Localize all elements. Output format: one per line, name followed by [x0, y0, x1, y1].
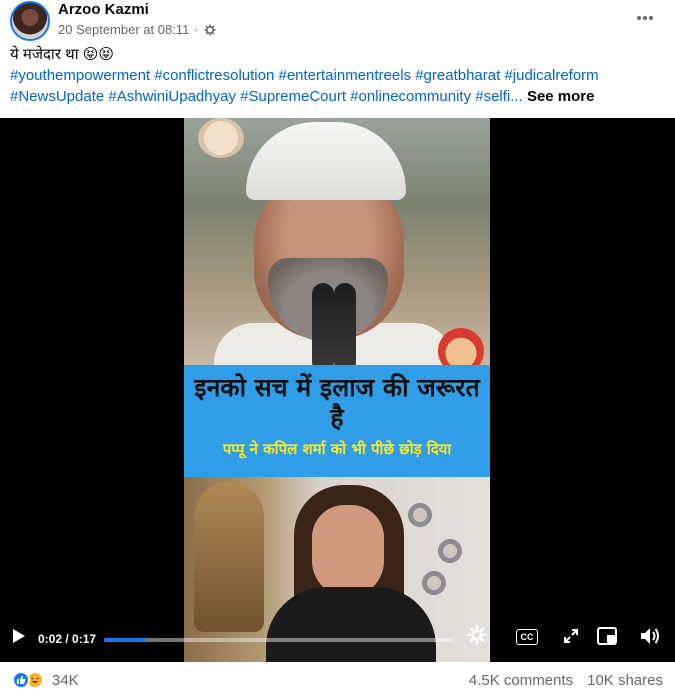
settings-icon — [467, 624, 487, 650]
laughing-emoji-sticker — [198, 118, 244, 158]
post-hashtags[interactable]: #youthempowerment #conflictresolution #e… — [10, 67, 599, 105]
captions-button[interactable]: CC — [516, 629, 538, 645]
post-meta: 20 September at 08:11 · — [58, 22, 216, 37]
see-more-link[interactable]: See more — [527, 88, 595, 105]
privacy-icon[interactable] — [204, 24, 216, 36]
post-footer: 34K 4.5K comments 10K shares — [0, 662, 675, 697]
post-caption: ये मजेदार था 😝😝 — [10, 46, 115, 63]
author-name[interactable]: Arzoo Kazmi — [58, 1, 149, 18]
video-player[interactable]: इनको सच में इलाज की जरूरत है पप्पू ने कप… — [0, 118, 675, 662]
video-text-banner: इनको सच में इलाज की जरूरत है पप्पू ने कप… — [184, 365, 490, 477]
more-options-button[interactable] — [633, 8, 657, 32]
video-frame: इनको सच में इलाज की जरूरत है पप्पू ने कप… — [184, 118, 490, 662]
meta-separator: · — [194, 22, 199, 37]
play-icon — [12, 628, 26, 649]
shares-count[interactable]: 10K shares — [587, 672, 663, 689]
engagement-stats: 4.5K comments 10K shares — [469, 672, 663, 689]
expand-icon — [563, 628, 579, 649]
captions-label: CC — [520, 632, 534, 642]
post-text: ये मजेदार था 😝😝 #youthempowerment #confl… — [10, 44, 665, 107]
volume-icon — [639, 626, 661, 651]
author-avatar[interactable] — [10, 1, 50, 41]
settings-button[interactable] — [466, 624, 488, 650]
volume-button[interactable] — [638, 627, 662, 649]
expand-button[interactable] — [561, 628, 581, 648]
video-controls: 0:02 / 0:17 CC — [0, 614, 675, 662]
picture-in-picture-icon — [597, 626, 617, 650]
post-header: Arzoo Kazmi 20 September at 08:11 · — [0, 0, 675, 44]
picture-in-picture-button[interactable] — [596, 626, 618, 650]
video-time: 0:02 / 0:17 — [38, 632, 97, 646]
comments-count[interactable]: 4.5K comments — [469, 672, 573, 689]
banner-title: इनको सच में इलाज की जरूरत है — [194, 373, 480, 432]
like-reaction-icon — [12, 671, 30, 689]
video-progress-fill — [104, 638, 146, 642]
video-progress-bar[interactable] — [104, 638, 452, 642]
play-button[interactable] — [10, 628, 28, 648]
reaction-count: 34K — [52, 671, 79, 689]
video-top-scene — [184, 118, 490, 383]
post-timestamp[interactable]: 20 September at 08:11 — [58, 22, 189, 37]
three-dots-icon — [635, 8, 655, 33]
banner-subtitle: पप्पू ने कपिल शर्मा को भी पीछे छोड़ दिया — [222, 440, 452, 458]
reactions-summary[interactable]: 34K — [12, 671, 79, 689]
